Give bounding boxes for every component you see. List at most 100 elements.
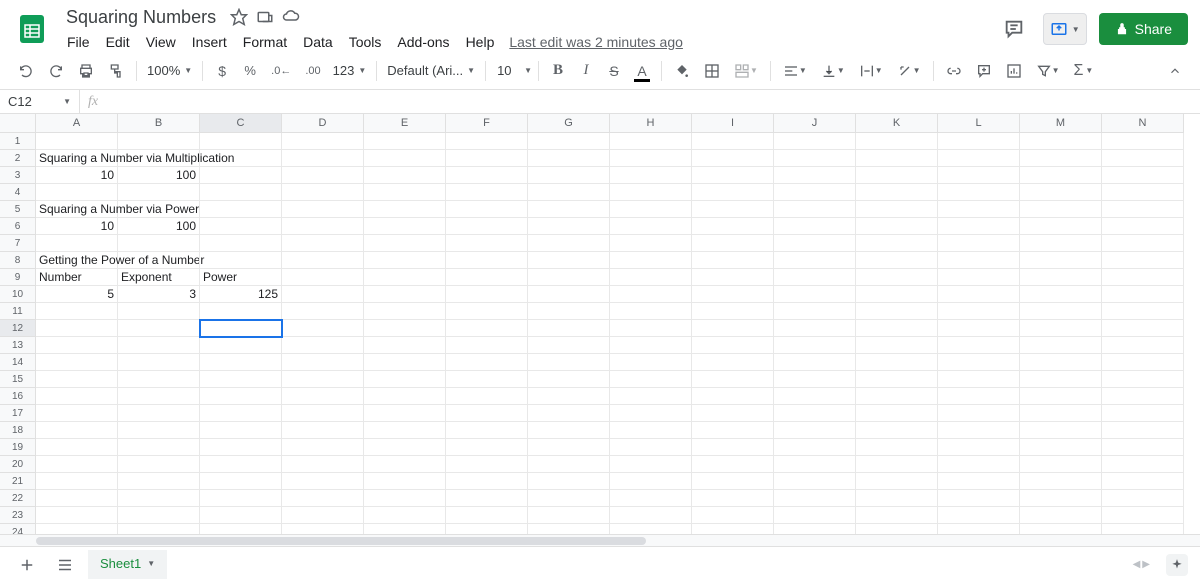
cell-K4[interactable] xyxy=(856,184,938,201)
cell-F23[interactable] xyxy=(446,507,528,524)
merge-cells-icon[interactable]: ▼ xyxy=(728,58,764,84)
row-header-4[interactable]: 4 xyxy=(0,184,36,201)
cell-H10[interactable] xyxy=(610,286,692,303)
cell-N4[interactable] xyxy=(1102,184,1184,201)
cell-L17[interactable] xyxy=(938,405,1020,422)
cell-C19[interactable] xyxy=(200,439,282,456)
cell-K17[interactable] xyxy=(856,405,938,422)
cell-E3[interactable] xyxy=(364,167,446,184)
cell-E17[interactable] xyxy=(364,405,446,422)
row-header-9[interactable]: 9 xyxy=(0,269,36,286)
cell-C7[interactable] xyxy=(200,235,282,252)
move-icon[interactable] xyxy=(256,8,274,26)
cell-E10[interactable] xyxy=(364,286,446,303)
menu-addons[interactable]: Add-ons xyxy=(390,30,456,54)
cell-G21[interactable] xyxy=(528,473,610,490)
menu-insert[interactable]: Insert xyxy=(185,30,234,54)
col-header-C[interactable]: C xyxy=(200,114,282,133)
cell-K1[interactable] xyxy=(856,133,938,150)
italic-icon[interactable]: I xyxy=(573,58,599,84)
row-header-17[interactable]: 17 xyxy=(0,405,36,422)
cell-N17[interactable] xyxy=(1102,405,1184,422)
cell-G11[interactable] xyxy=(528,303,610,320)
row-header-2[interactable]: 2 xyxy=(0,150,36,167)
cell-D18[interactable] xyxy=(282,422,364,439)
cell-J16[interactable] xyxy=(774,388,856,405)
cell-G6[interactable] xyxy=(528,218,610,235)
cell-A8[interactable]: Getting the Power of a Number xyxy=(36,252,118,269)
cell-D4[interactable] xyxy=(282,184,364,201)
cell-F2[interactable] xyxy=(446,150,528,167)
cell-G2[interactable] xyxy=(528,150,610,167)
cell-F24[interactable] xyxy=(446,524,528,534)
cell-G22[interactable] xyxy=(528,490,610,507)
cell-E1[interactable] xyxy=(364,133,446,150)
cell-J22[interactable] xyxy=(774,490,856,507)
cell-E16[interactable] xyxy=(364,388,446,405)
text-rotation-icon[interactable]: ▼ xyxy=(891,58,927,84)
cell-N7[interactable] xyxy=(1102,235,1184,252)
percent-icon[interactable]: % xyxy=(237,58,263,84)
cell-B3[interactable]: 100 xyxy=(118,167,200,184)
cell-C9[interactable]: Power xyxy=(200,269,282,286)
cell-H7[interactable] xyxy=(610,235,692,252)
cell-E12[interactable] xyxy=(364,320,446,337)
font-select[interactable]: Default (Ari...▼ xyxy=(383,63,479,78)
cell-F15[interactable] xyxy=(446,371,528,388)
cell-N5[interactable] xyxy=(1102,201,1184,218)
row-header-14[interactable]: 14 xyxy=(0,354,36,371)
cell-A24[interactable] xyxy=(36,524,118,534)
cell-H21[interactable] xyxy=(610,473,692,490)
cell-M10[interactable] xyxy=(1020,286,1102,303)
col-header-B[interactable]: B xyxy=(118,114,200,133)
cell-E23[interactable] xyxy=(364,507,446,524)
cell-I17[interactable] xyxy=(692,405,774,422)
cell-E15[interactable] xyxy=(364,371,446,388)
cell-C22[interactable] xyxy=(200,490,282,507)
cell-B17[interactable] xyxy=(118,405,200,422)
cell-I18[interactable] xyxy=(692,422,774,439)
cell-C11[interactable] xyxy=(200,303,282,320)
cell-I2[interactable] xyxy=(692,150,774,167)
cell-A3[interactable]: 10 xyxy=(36,167,118,184)
cell-K22[interactable] xyxy=(856,490,938,507)
cell-J11[interactable] xyxy=(774,303,856,320)
cell-L12[interactable] xyxy=(938,320,1020,337)
cell-C16[interactable] xyxy=(200,388,282,405)
cell-M9[interactable] xyxy=(1020,269,1102,286)
cell-G16[interactable] xyxy=(528,388,610,405)
row-header-3[interactable]: 3 xyxy=(0,167,36,184)
cell-B21[interactable] xyxy=(118,473,200,490)
insert-comment-icon[interactable] xyxy=(970,58,998,84)
cell-D7[interactable] xyxy=(282,235,364,252)
cell-B7[interactable] xyxy=(118,235,200,252)
cell-M16[interactable] xyxy=(1020,388,1102,405)
cell-L6[interactable] xyxy=(938,218,1020,235)
cell-H9[interactable] xyxy=(610,269,692,286)
cell-H3[interactable] xyxy=(610,167,692,184)
row-header-6[interactable]: 6 xyxy=(0,218,36,235)
row-header-5[interactable]: 5 xyxy=(0,201,36,218)
cell-D24[interactable] xyxy=(282,524,364,534)
cell-M24[interactable] xyxy=(1020,524,1102,534)
cell-L8[interactable] xyxy=(938,252,1020,269)
cell-H23[interactable] xyxy=(610,507,692,524)
cell-B12[interactable] xyxy=(118,320,200,337)
cell-N6[interactable] xyxy=(1102,218,1184,235)
insert-chart-icon[interactable] xyxy=(1000,58,1028,84)
cell-L7[interactable] xyxy=(938,235,1020,252)
row-header-12[interactable]: 12 xyxy=(0,320,36,337)
row-header-1[interactable]: 1 xyxy=(0,133,36,150)
cell-E19[interactable] xyxy=(364,439,446,456)
row-header-8[interactable]: 8 xyxy=(0,252,36,269)
text-color-icon[interactable]: A xyxy=(629,58,655,84)
cell-I12[interactable] xyxy=(692,320,774,337)
cell-A5[interactable]: Squaring a Number via Power xyxy=(36,201,118,218)
sheets-logo[interactable] xyxy=(12,9,52,49)
cell-J7[interactable] xyxy=(774,235,856,252)
cell-B11[interactable] xyxy=(118,303,200,320)
cell-M6[interactable] xyxy=(1020,218,1102,235)
cell-D8[interactable] xyxy=(282,252,364,269)
cell-D15[interactable] xyxy=(282,371,364,388)
cell-J19[interactable] xyxy=(774,439,856,456)
